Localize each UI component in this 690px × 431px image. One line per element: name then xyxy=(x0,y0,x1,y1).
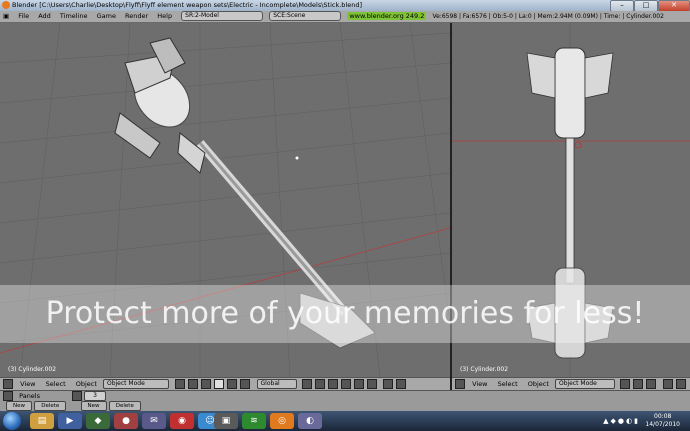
active-object-label-left: (3) Cylinder.002 xyxy=(8,366,57,373)
menu-timeline[interactable]: Timeline xyxy=(60,11,88,22)
draw-type-icon-right[interactable] xyxy=(620,379,631,389)
frame-number-field[interactable]: 3 xyxy=(84,391,106,401)
render-icon-right[interactable] xyxy=(676,379,687,389)
manipulator-icon-right[interactable] xyxy=(646,379,657,389)
blender-url: www.blender.org 249.2 xyxy=(347,12,427,20)
layer-button-1[interactable] xyxy=(301,379,312,389)
app-icon-4[interactable]: ▣ xyxy=(214,413,238,429)
pivot-icon[interactable] xyxy=(188,379,199,389)
scale-icon[interactable] xyxy=(240,379,251,389)
app-icon[interactable]: ◆ xyxy=(86,413,110,429)
render-icon[interactable] xyxy=(396,379,407,389)
windows-taskbar: ▤ ▶ ◆ ● ✉ ◉ ☺ ▣ ≋ ◎ ◐ ▲◆●◐▮ 00:08 14/07/… xyxy=(0,411,690,431)
editor-type-icon[interactable] xyxy=(3,379,13,389)
menu-help[interactable]: Help xyxy=(157,11,172,22)
menu-select-right[interactable]: Select xyxy=(498,378,518,390)
scene-stats: Ve:6598 | Fa:6576 | Ob:5-0 | La:0 | Mem:… xyxy=(432,13,664,20)
left-viewport-header: View Select Object Object Mode Global xyxy=(0,377,450,390)
layer-button-2[interactable] xyxy=(314,379,325,389)
rotate-icon[interactable] xyxy=(227,379,238,389)
editor-type-icon-panels[interactable] xyxy=(3,391,13,401)
new-button-2[interactable]: New xyxy=(80,401,107,411)
draw-type-icon[interactable] xyxy=(175,379,186,389)
menu-view-left[interactable]: View xyxy=(20,378,35,390)
blender-taskbar-icon[interactable]: ◎ xyxy=(270,413,294,429)
menu-select-left[interactable]: Select xyxy=(46,378,66,390)
menu-object-left[interactable]: Object xyxy=(76,378,97,390)
menu-object-right[interactable]: Object xyxy=(528,378,549,390)
staff-model xyxy=(114,37,376,349)
delete-button-1[interactable]: Delete xyxy=(34,401,67,411)
manipulator-toggle-icon[interactable] xyxy=(201,379,212,389)
top-menubar: ▣ File Add Timeline Game Render Help SR:… xyxy=(0,11,690,23)
app-icon-2[interactable]: ● xyxy=(114,413,138,429)
menu-add[interactable]: Add xyxy=(38,11,51,22)
panels-menu[interactable]: Panels xyxy=(19,392,40,400)
lock-icon[interactable] xyxy=(383,379,394,389)
app-icon-5[interactable]: ◐ xyxy=(298,413,322,429)
delete-button-2[interactable]: Delete xyxy=(108,401,141,411)
3d-viewport-perspective[interactable]: (3) Cylinder.002 xyxy=(0,23,450,377)
x-axis-line xyxy=(0,227,450,354)
grid-lines xyxy=(0,23,450,377)
start-button[interactable] xyxy=(3,412,21,430)
layer-button-5[interactable] xyxy=(353,379,364,389)
screen-selector[interactable]: SR:2-Model xyxy=(181,11,264,21)
mode-dropdown-left[interactable]: Object Mode xyxy=(102,379,169,389)
perspective-scene xyxy=(0,23,450,377)
mode-dropdown-right[interactable]: Object Mode xyxy=(554,379,615,389)
3d-cursor-right[interactable] xyxy=(574,141,582,149)
menu-file[interactable]: File xyxy=(18,11,29,22)
menu-icon[interactable]: ▣ xyxy=(3,11,9,22)
taskbar-clock[interactable]: 00:08 14/07/2010 xyxy=(645,413,680,429)
editor-type-icon-right[interactable] xyxy=(455,379,465,389)
app-icon-3[interactable]: ✉ xyxy=(142,413,166,429)
frame-back-icon[interactable] xyxy=(72,391,83,401)
window-titlebar: Blender [C:\Users\Charlie\Desktop\Flyff\… xyxy=(0,0,690,11)
orientation-dropdown[interactable]: Global xyxy=(256,379,297,389)
translate-icon-right[interactable] xyxy=(663,379,674,389)
buttons-window: Panels 3 New Delete New Delete xyxy=(0,390,690,412)
window-title: Blender [C:\Users\Charlie\Desktop\Flyff\… xyxy=(12,1,363,9)
pivot-icon-right[interactable] xyxy=(633,379,644,389)
clock-date: 14/07/2010 xyxy=(645,421,680,428)
layer-button-3[interactable] xyxy=(327,379,338,389)
menu-render[interactable]: Render xyxy=(125,11,148,22)
clock-time: 00:08 xyxy=(654,413,672,420)
explorer-icon[interactable]: ▤ xyxy=(30,413,54,429)
menu-view-right[interactable]: View xyxy=(472,378,487,390)
spotify-icon[interactable]: ≋ xyxy=(242,413,266,429)
layer-button-6[interactable] xyxy=(367,379,377,389)
media-icon[interactable]: ▶ xyxy=(58,413,82,429)
active-object-label-right: (3) Cylinder.002 xyxy=(460,366,509,373)
menu-game[interactable]: Game xyxy=(97,11,116,22)
front-scene xyxy=(452,23,690,377)
new-button-1[interactable]: New xyxy=(6,401,32,411)
staff-model-front xyxy=(526,47,614,359)
3d-viewport-front[interactable]: (3) Cylinder.002 xyxy=(452,23,690,377)
chrome-icon[interactable]: ◉ xyxy=(170,413,194,429)
3d-cursor[interactable] xyxy=(295,156,299,160)
translate-icon[interactable] xyxy=(214,379,225,389)
system-tray-icons[interactable]: ▲◆●◐▮ xyxy=(603,417,640,425)
right-viewport-header: View Select Object Object Mode xyxy=(452,377,690,390)
layer-button-4[interactable] xyxy=(340,379,351,389)
scene-selector[interactable]: SCE:Scene xyxy=(269,11,342,21)
blender-app-icon xyxy=(2,1,10,9)
